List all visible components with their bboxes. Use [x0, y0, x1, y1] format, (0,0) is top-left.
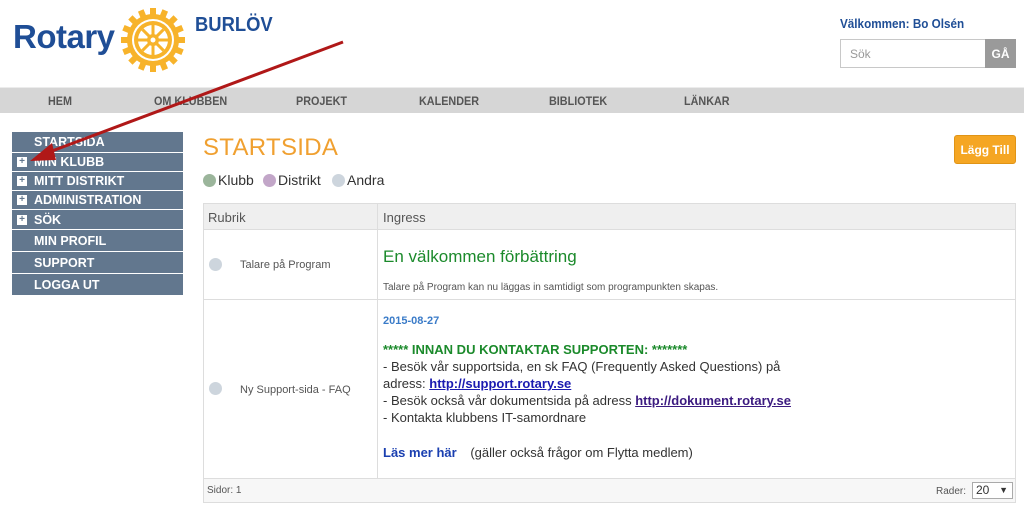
category-dot-icon: [209, 258, 222, 271]
rows-label: Rader:: [936, 486, 967, 497]
rotary-logo-text[interactable]: Rotary: [13, 18, 115, 56]
rotary-wheel-icon[interactable]: [120, 7, 186, 73]
support-link[interactable]: http://support.rotary.se: [429, 376, 571, 391]
legend-item-andra: Andra: [332, 172, 384, 188]
top-navigation: HEM OM KLUBBEN PROJEKT KALENDER BIBLIOTE…: [0, 87, 1024, 113]
legend-item-klubb: Klubb: [203, 172, 254, 188]
legend-dot-distrikt: [263, 173, 276, 187]
sidebar-item-label: ADMINISTRATION: [34, 193, 142, 207]
expand-plus-icon[interactable]: +: [17, 157, 27, 167]
page-title: STARTSIDA: [203, 134, 339, 161]
sidebar-item-min-profil[interactable]: MIN PROFIL: [12, 230, 183, 252]
news-table: Rubrik Ingress Talare på Program En välk…: [203, 203, 1016, 503]
legend-item-distrikt: Distrikt: [263, 172, 321, 188]
news-heading: ***** INNAN DU KONTAKTAR SUPPORTEN: ****…: [383, 342, 688, 357]
nav-item-projekt[interactable]: PROJEKT: [296, 94, 347, 108]
row-rubrik[interactable]: Ny Support-sida - FAQ: [240, 384, 351, 396]
legend-label: Andra: [347, 172, 385, 188]
search-input[interactable]: [840, 39, 986, 68]
sidebar-item-startsida[interactable]: STARTSIDA: [12, 132, 183, 153]
news-line: adress: http://support.rotary.se: [383, 376, 571, 391]
sidebar-item-min-klubb[interactable]: + MIN KLUBB: [12, 153, 183, 172]
expand-plus-icon[interactable]: +: [17, 214, 27, 225]
column-header-ingress[interactable]: Ingress: [383, 210, 426, 225]
legend-dot-andra: [332, 173, 345, 187]
sidebar-item-label: MIN PROFIL: [34, 233, 107, 248]
table-row[interactable]: Talare på Program En välkommen förbättri…: [204, 230, 1015, 299]
sidebar-item-mitt-distrikt[interactable]: + MITT DISTRIKT: [12, 172, 183, 191]
read-more-line: Läs mer här (gäller också frågor om Flyt…: [383, 445, 693, 460]
news-title[interactable]: En välkommen förbättring: [383, 247, 577, 267]
legend-label: Klubb: [218, 172, 254, 188]
read-more-link[interactable]: Läs mer här: [383, 445, 457, 460]
legend-label: Distrikt: [278, 172, 321, 188]
sidebar-item-label: SUPPORT: [34, 255, 95, 270]
news-date: 2015-08-27: [383, 315, 440, 327]
sidebar-item-logga-ut[interactable]: LOGGA UT: [12, 274, 183, 296]
pages-info: Sidor: 1: [207, 485, 242, 496]
news-line: - Kontakta klubbens IT-samordnare: [383, 410, 587, 425]
category-dot-icon: [209, 382, 222, 395]
rows-per-page-select[interactable]: 20 ▼: [972, 482, 1013, 499]
search-button[interactable]: GÅ: [985, 39, 1016, 68]
sidebar-item-label: MIN KLUBB: [34, 155, 105, 169]
sidebar-item-sok[interactable]: + SÖK: [12, 210, 183, 230]
line-text: adress:: [383, 376, 430, 391]
sidebar-item-administration[interactable]: + ADMINISTRATION: [12, 191, 183, 210]
sidebar-item-label: LOGGA UT: [34, 277, 100, 292]
chevron-down-icon: ▼: [999, 485, 1008, 495]
table-footer: Sidor: 1 Rader: 20 ▼: [204, 478, 1015, 502]
nav-item-hem[interactable]: HEM: [48, 94, 72, 108]
sidebar-item-label: MITT DISTRIKT: [34, 174, 125, 188]
dokument-link[interactable]: http://dokument.rotary.se: [635, 393, 791, 408]
nav-item-kalender[interactable]: KALENDER: [419, 94, 479, 108]
welcome-text: Välkommen: Bo Olsén: [840, 16, 965, 31]
sidebar-item-label: STARTSIDA: [34, 135, 105, 149]
expand-plus-icon[interactable]: +: [17, 195, 27, 205]
legend-dot-klubb: [203, 173, 216, 187]
news-line: - Besök också vår dokumentsida på adress…: [383, 393, 791, 408]
table-row[interactable]: Ny Support-sida - FAQ 2015-08-27 ***** I…: [204, 300, 1015, 478]
news-line: - Besök vår supportsida, en sk FAQ (Freq…: [383, 359, 781, 374]
line-text: - Besök också vår dokumentsida på adress: [383, 393, 636, 408]
sidebar-item-support[interactable]: SUPPORT: [12, 252, 183, 274]
club-name: BURLÖV: [195, 14, 273, 36]
table-header: Rubrik Ingress: [204, 204, 1015, 230]
nav-item-bibliotek[interactable]: BIBLIOTEK: [549, 94, 607, 108]
add-button[interactable]: Lägg Till: [954, 135, 1016, 164]
news-ingress: Talare på Program kan nu läggas in samti…: [383, 282, 719, 293]
read-more-note: (gäller också frågor om Flytta medlem): [470, 445, 693, 460]
expand-plus-icon[interactable]: +: [17, 176, 27, 186]
row-rubrik[interactable]: Talare på Program: [240, 259, 331, 271]
nav-item-om-klubben[interactable]: OM KLUBBEN: [154, 94, 227, 108]
rows-value: 20: [976, 483, 990, 497]
nav-item-lankar[interactable]: LÄNKAR: [684, 94, 730, 108]
sidebar-item-label: SÖK: [34, 212, 62, 227]
column-header-rubrik[interactable]: Rubrik: [208, 210, 246, 225]
